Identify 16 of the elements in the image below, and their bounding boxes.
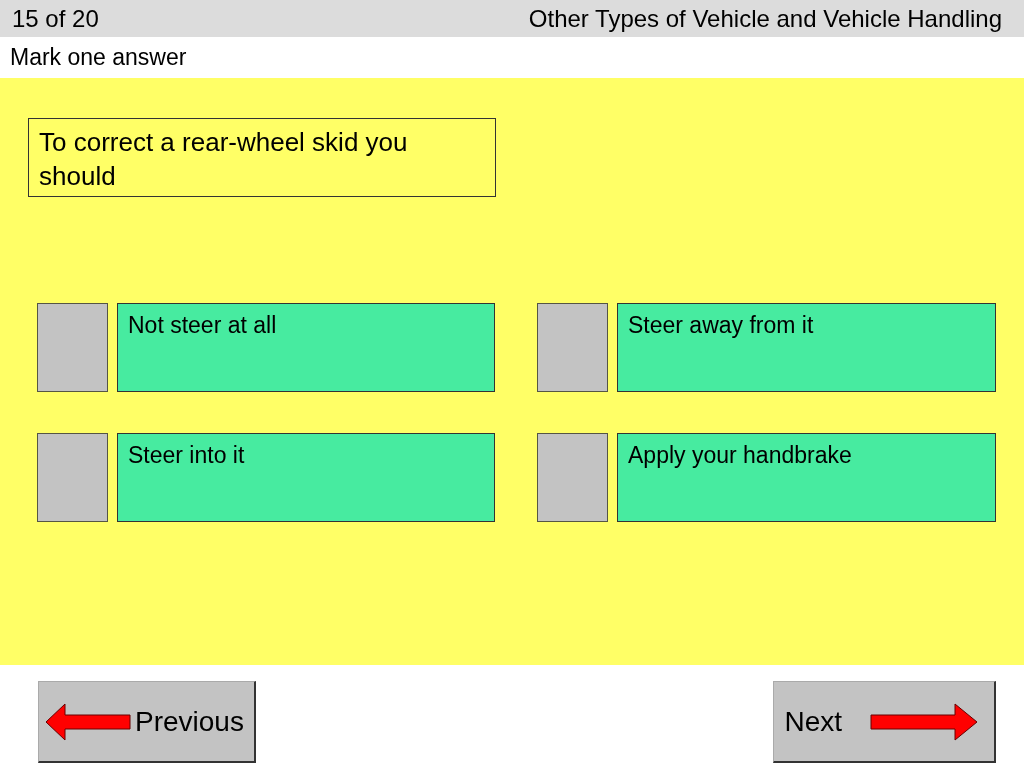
answer-option[interactable]: Not steer at all: [117, 303, 495, 392]
instruction-text: Mark one answer: [10, 44, 187, 71]
left-arrow-icon: [45, 701, 131, 742]
answer-option[interactable]: Steer away from it: [617, 303, 996, 392]
next-button[interactable]: Next: [773, 681, 996, 763]
right-arrow-icon: [870, 701, 978, 742]
answer-option[interactable]: Steer into it: [117, 433, 495, 522]
answer-checkbox[interactable]: [537, 433, 608, 522]
previous-button[interactable]: Previous: [38, 681, 256, 763]
question-text: To correct a rear-wheel skid you should: [28, 118, 496, 197]
answer-checkbox[interactable]: [37, 433, 108, 522]
answer-checkbox[interactable]: [537, 303, 608, 392]
answer-option[interactable]: Apply your handbrake: [617, 433, 996, 522]
question-counter: 15 of 20: [12, 4, 99, 33]
topic-title: Other Types of Vehicle and Vehicle Handling: [528, 4, 1002, 33]
answer-checkbox[interactable]: [37, 303, 108, 392]
